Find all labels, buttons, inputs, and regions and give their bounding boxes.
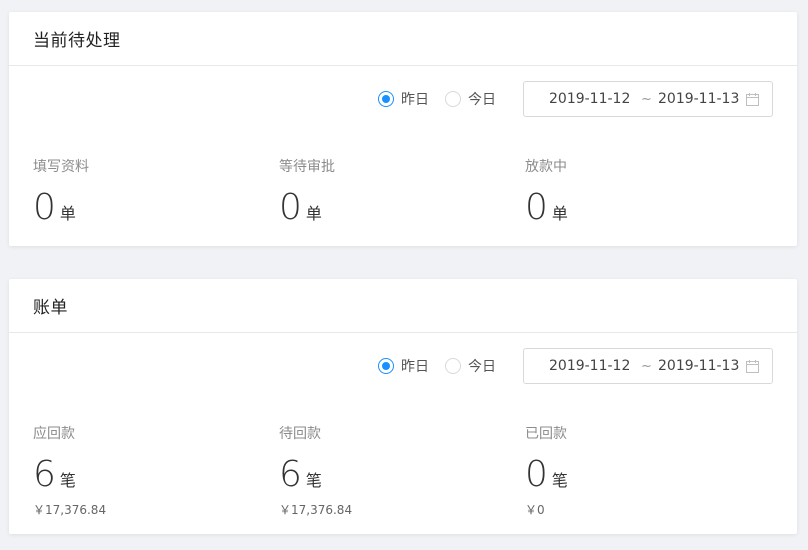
stat-label: 等待审批 — [279, 159, 335, 175]
stat-value: 0 — [279, 187, 302, 228]
stat-value: 6 — [279, 454, 302, 495]
bill-panel-title: 账单 — [33, 298, 68, 318]
calendar-icon[interactable] — [746, 360, 759, 373]
stat-unit: 单 — [551, 204, 568, 223]
radio-today[interactable]: 今日 — [445, 89, 496, 109]
stat-label: 待回款 — [279, 426, 321, 442]
radio-today[interactable]: 今日 — [445, 356, 496, 376]
stat-unit: 笔 — [59, 471, 76, 490]
bill-stats: 应回款 6 笔 ￥17,376.84 待回款 6 笔 ￥17,376.84 已回… — [33, 423, 771, 518]
radio-checked-icon[interactable] — [378, 91, 394, 107]
stat-received: 已回款 0 笔 ￥0 — [525, 423, 771, 518]
pending-panel-header: 当前待处理 — [9, 12, 797, 66]
stat-label: 放款中 — [525, 159, 567, 175]
stat-disbursing: 放款中 0 单 — [525, 156, 771, 228]
range-separator: ~ — [641, 358, 652, 374]
range-separator: ~ — [641, 91, 652, 107]
date-range-picker[interactable]: 2019-11-12 ~ 2019-11-13 — [523, 348, 773, 384]
range-end-date[interactable]: 2019-11-13 — [658, 358, 744, 374]
range-end-date[interactable]: 2019-11-13 — [658, 91, 744, 107]
radio-label[interactable]: 今日 — [468, 356, 496, 376]
bill-panel: 账单 昨日 今日 2019-11-12 ~ 2019-11-13 应回款 6 笔… — [9, 279, 797, 534]
radio-label[interactable]: 昨日 — [401, 356, 429, 376]
stat-receivable: 应回款 6 笔 ￥17,376.84 — [33, 423, 279, 518]
stat-amount: ￥17,376.84 — [33, 503, 107, 517]
stat-unit: 笔 — [551, 471, 568, 490]
stat-value: 0 — [525, 454, 548, 495]
pending-panel-controls: 昨日 今日 2019-11-12 ~ 2019-11-13 — [378, 81, 773, 117]
calendar-icon[interactable] — [746, 93, 759, 106]
range-start-date[interactable]: 2019-11-12 — [549, 91, 635, 107]
stat-pending-payment: 待回款 6 笔 ￥17,376.84 — [279, 423, 525, 518]
radio-label[interactable]: 昨日 — [401, 89, 429, 109]
date-range-picker[interactable]: 2019-11-12 ~ 2019-11-13 — [523, 81, 773, 117]
pending-panel: 当前待处理 昨日 今日 2019-11-12 ~ 2019-11-13 填写资料 — [9, 12, 797, 246]
range-start-date[interactable]: 2019-11-12 — [549, 358, 635, 374]
radio-unchecked-icon[interactable] — [445, 91, 461, 107]
stat-value: 0 — [33, 187, 56, 228]
stat-amount: ￥17,376.84 — [279, 503, 353, 517]
pending-panel-title: 当前待处理 — [33, 31, 121, 51]
radio-label[interactable]: 今日 — [468, 89, 496, 109]
stat-value: 6 — [33, 454, 56, 495]
stat-unit: 单 — [59, 204, 76, 223]
radio-checked-icon[interactable] — [378, 358, 394, 374]
stat-label: 应回款 — [33, 426, 75, 442]
pending-stats: 填写资料 0 单 等待审批 0 单 放款中 0 单 — [33, 156, 771, 228]
stat-unit: 笔 — [305, 471, 322, 490]
stat-label: 填写资料 — [33, 159, 89, 175]
stat-awaiting-approval: 等待审批 0 单 — [279, 156, 525, 228]
stat-amount: ￥0 — [525, 503, 545, 517]
stat-label: 已回款 — [525, 426, 567, 442]
radio-unchecked-icon[interactable] — [445, 358, 461, 374]
stat-unit: 单 — [305, 204, 322, 223]
stat-value: 0 — [525, 187, 548, 228]
bill-panel-header: 账单 — [9, 279, 797, 333]
stat-fill-info: 填写资料 0 单 — [33, 156, 279, 228]
radio-yesterday[interactable]: 昨日 — [378, 89, 429, 109]
radio-yesterday[interactable]: 昨日 — [378, 356, 429, 376]
bill-panel-controls: 昨日 今日 2019-11-12 ~ 2019-11-13 — [378, 348, 773, 384]
